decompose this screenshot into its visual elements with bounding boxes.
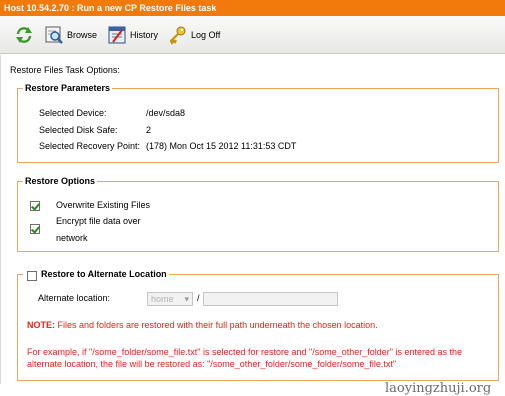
history-label: History <box>130 29 159 40</box>
encrypt-file-data-label-line1: Encrypt file data over <box>56 216 141 226</box>
selected-device-label: Selected Device: <box>39 108 107 118</box>
alternate-location-legend: Restore to Alternate Location <box>41 269 167 279</box>
window-title: Host 10.54.2.70 : Run a new CP Restore F… <box>0 0 505 16</box>
alternate-location-select[interactable]: home ▾ <box>147 292 193 306</box>
alternate-location-label: Alternate location: <box>38 293 111 303</box>
selected-recovery-point-value: (178) Mon Oct 15 2012 11:31:53 CDT <box>146 141 297 151</box>
alternate-path-input[interactable] <box>203 292 338 306</box>
path-separator: / <box>197 293 200 303</box>
selected-disk-safe-label: Selected Disk Safe: <box>39 125 118 135</box>
selected-recovery-point-label: Selected Recovery Point: <box>39 141 141 151</box>
restore-options-group: Restore Options <box>17 176 499 252</box>
alternate-location-select-value: home <box>151 294 174 304</box>
overwrite-existing-files-checkbox[interactable] <box>30 201 40 211</box>
history-icon <box>108 26 126 43</box>
logoff-key-icon <box>169 26 186 45</box>
watermark-text: laoyingzhuji.org <box>385 381 492 396</box>
example-text-line1: For example, if "/some_folder/some_file.… <box>27 347 462 357</box>
restore-options-legend: Restore Options <box>25 176 96 186</box>
example-text-line2: alternate location, the file will be res… <box>27 359 397 369</box>
history-button[interactable]: History <box>107 25 158 45</box>
encrypt-file-data-label-line2: network <box>56 233 88 243</box>
browse-button[interactable]: Browse <box>44 25 97 45</box>
refresh-icon <box>16 26 32 43</box>
restore-to-alternate-location-checkbox[interactable] <box>27 271 37 281</box>
log-off-label: Log Off <box>191 29 221 40</box>
page-heading: Restore Files Task Options: <box>10 65 120 75</box>
overwrite-existing-files-label: Overwrite Existing Files <box>56 200 151 210</box>
browse-icon <box>45 26 63 44</box>
encrypt-file-data-checkbox[interactable] <box>30 224 40 234</box>
log-off-button[interactable]: Log Off <box>168 25 220 45</box>
restore-parameters-group: Restore Parameters <box>17 83 499 163</box>
note-body: Files and folders are restored with thei… <box>55 320 378 330</box>
note-text: NOTE: Files and folders are restored wit… <box>27 320 378 330</box>
selected-disk-safe-value: 2 <box>146 125 152 135</box>
chevron-down-icon: ▾ <box>184 294 189 304</box>
browse-label: Browse <box>67 29 98 40</box>
restore-parameters-legend: Restore Parameters <box>25 83 111 93</box>
main-content: Restore Files Task Options: Restore Para… <box>0 55 505 396</box>
refresh-button[interactable] <box>14 25 34 45</box>
toolbar: Browse History Log Off <box>0 16 505 54</box>
selected-device-value: /dev/sda8 <box>146 108 186 118</box>
note-label: NOTE: <box>27 320 55 330</box>
